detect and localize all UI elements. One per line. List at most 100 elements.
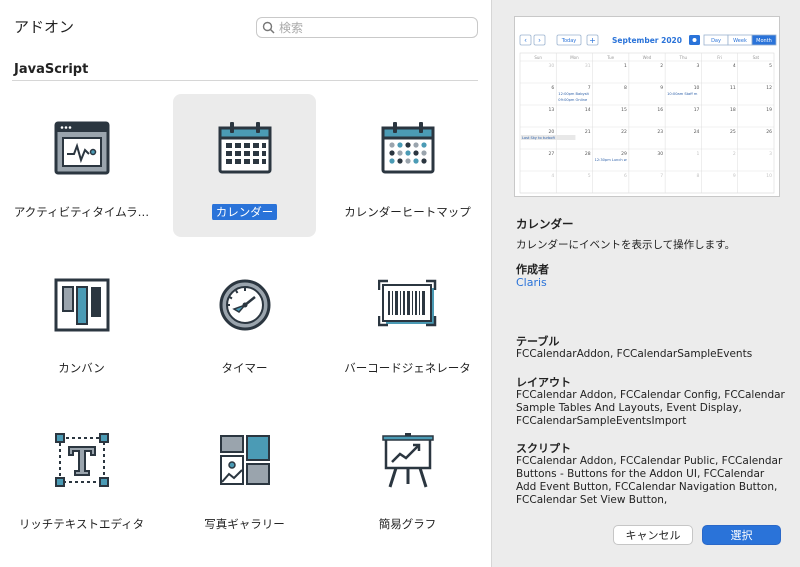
- scripts-heading: スクリプト: [516, 442, 571, 455]
- preview-day-number: 4: [733, 63, 736, 69]
- svg-text:›: ›: [538, 37, 541, 45]
- preview-month-title: September 2020: [612, 36, 682, 45]
- addon-label: 簡易グラフ: [378, 517, 437, 531]
- kanban-icon: [54, 278, 110, 332]
- addon-tile-calendar[interactable]: カレンダー: [173, 94, 316, 237]
- preview-day-number: 21: [585, 129, 591, 135]
- select-button[interactable]: 選択: [702, 525, 781, 545]
- svg-text:+: +: [589, 36, 596, 45]
- addon-label: カレンダーヒートマップ: [344, 205, 471, 219]
- preview-day-number: 1: [697, 151, 700, 157]
- section-divider: [12, 80, 478, 81]
- preview-view-buttons: Day Week Month: [703, 34, 777, 46]
- search-icon: [262, 21, 275, 34]
- preview-weekday: Mon: [570, 55, 579, 60]
- addon-label: カレンダー: [211, 204, 278, 220]
- preview-day-number: 6: [624, 173, 627, 179]
- search-input[interactable]: [279, 19, 469, 36]
- preview-day-number: 5: [769, 63, 772, 69]
- preview-day-number: 26: [766, 129, 772, 135]
- preview-weekday: Wed: [643, 55, 652, 60]
- preview-day-number: 16: [657, 107, 663, 113]
- preview-day-number: 7: [660, 173, 663, 179]
- preview-weekday: Tue: [606, 55, 614, 60]
- preview-day-number: 8: [697, 173, 700, 179]
- addon-tile-photo-gallery[interactable]: 写真ギャラリー: [173, 406, 316, 549]
- layouts-heading: レイアウト: [516, 376, 571, 389]
- preview-day-number: 5: [588, 173, 591, 179]
- preview-view-label: Month: [756, 38, 772, 44]
- preview-today-label: Today: [561, 38, 577, 44]
- scripts-list: FCCalendar Addon, FCCalendar Public, FCC…: [516, 455, 783, 506]
- search-field[interactable]: [256, 17, 478, 38]
- preview-weekday: Fri: [717, 55, 722, 60]
- preview-day-number: 31: [585, 63, 591, 69]
- addon-name: カレンダー: [516, 217, 574, 231]
- preview-day-number: 10: [766, 173, 772, 179]
- layouts-list: FCCalendar Addon, FCCalendar Config, FCC…: [516, 389, 785, 427]
- preview-day-number: 22: [621, 129, 627, 135]
- preview-event-text: 12:30pm Lunch w: [595, 158, 627, 162]
- preview-day-number: 12: [766, 85, 772, 91]
- preview-weekday: Sun: [534, 55, 542, 60]
- preview-day-number: 15: [621, 107, 627, 113]
- preview-event-text: 10:00am Staff m: [667, 92, 698, 96]
- cancel-button[interactable]: キャンセル: [613, 525, 693, 545]
- section-heading-javascript: JavaScript: [14, 62, 89, 77]
- preview-day-number: 30: [657, 151, 663, 157]
- addon-label: 写真ギャラリー: [204, 517, 285, 531]
- preview-day-number: 13: [549, 107, 555, 113]
- author-heading: 作成者: [516, 263, 549, 276]
- preview-day-number: 1: [624, 63, 627, 69]
- preview-day-number: 4: [551, 173, 554, 179]
- addon-tile-kanban[interactable]: カンバン: [10, 250, 153, 393]
- preview-day-number: 27: [549, 151, 555, 157]
- addon-tile-barcode[interactable]: バーコードジェネレータ: [336, 250, 479, 393]
- addon-tile-timer[interactable]: タイマー: [173, 250, 316, 393]
- preview-day-number: 2: [660, 63, 663, 69]
- addon-tile-activity-timeline[interactable]: アクティビティタイムラ…: [10, 94, 153, 237]
- preview-day-number: 10: [694, 85, 700, 91]
- author-link[interactable]: Claris: [516, 276, 547, 289]
- preview-day-number: 3: [697, 63, 700, 69]
- preview-day-number: 14: [585, 107, 591, 113]
- preview-day-number: 9: [733, 173, 736, 179]
- preview-view-label: Week: [733, 38, 747, 44]
- preview-day-number: 6: [551, 85, 554, 91]
- timer-icon: [219, 279, 271, 331]
- preview-day-number: 30: [549, 63, 555, 69]
- preview-weekday: Thu: [679, 55, 688, 60]
- addon-label: カンバン: [58, 361, 105, 375]
- preview-grid-frame: [519, 52, 775, 194]
- addon-tile-calendar-heatmap[interactable]: カレンダーヒートマップ: [336, 94, 479, 237]
- preview-day-number: 11: [730, 85, 736, 91]
- preview-day-number: 25: [730, 129, 736, 135]
- preview-event-text: 12:00pm Babysit: [558, 92, 589, 96]
- addon-label: タイマー: [221, 361, 268, 375]
- preview-event-text: 09:00pm Online: [558, 98, 588, 102]
- preview-day-number: 23: [657, 129, 663, 135]
- preview-day-number: 8: [624, 85, 627, 91]
- addon-label: リッチテキストエディタ: [18, 517, 145, 531]
- barcode-icon: [378, 279, 437, 327]
- addon-tile-rich-text-editor[interactable]: リッチテキストエディタ: [10, 406, 153, 549]
- preview-day-number: 28: [585, 151, 591, 157]
- preview-calendar-grid: Sun Mon Tue Wed Thu Fri Sat30 31 1 2 3 4 56 7 8 9 10 11 12…: [519, 52, 775, 194]
- preview-day-number: 19: [766, 107, 772, 113]
- preview-weekday: Sat: [753, 55, 760, 60]
- activity-timeline-icon: [54, 121, 110, 175]
- preview-day-number: 17: [694, 107, 700, 113]
- preview-day-number: 18: [730, 107, 736, 113]
- preview-day-number: 9: [660, 85, 663, 91]
- addon-list-pane: アドオン JavaScript アクティビティタイムラ…: [0, 0, 491, 567]
- tables-heading: テーブル: [516, 335, 560, 348]
- preview-day-number: 29: [621, 151, 627, 157]
- preview-day-number: 3: [769, 151, 772, 157]
- simple-chart-icon: [382, 433, 434, 488]
- addon-label: バーコードジェネレータ: [344, 361, 471, 375]
- svg-text:‹: ‹: [524, 37, 527, 45]
- rich-text-icon: [55, 433, 109, 487]
- calendar-preview: ‹ › Today + September 2020 Day Week Month …: [515, 17, 779, 196]
- preview-day-number: 2: [733, 151, 736, 157]
- addon-tile-simple-chart[interactable]: 簡易グラフ: [336, 406, 479, 549]
